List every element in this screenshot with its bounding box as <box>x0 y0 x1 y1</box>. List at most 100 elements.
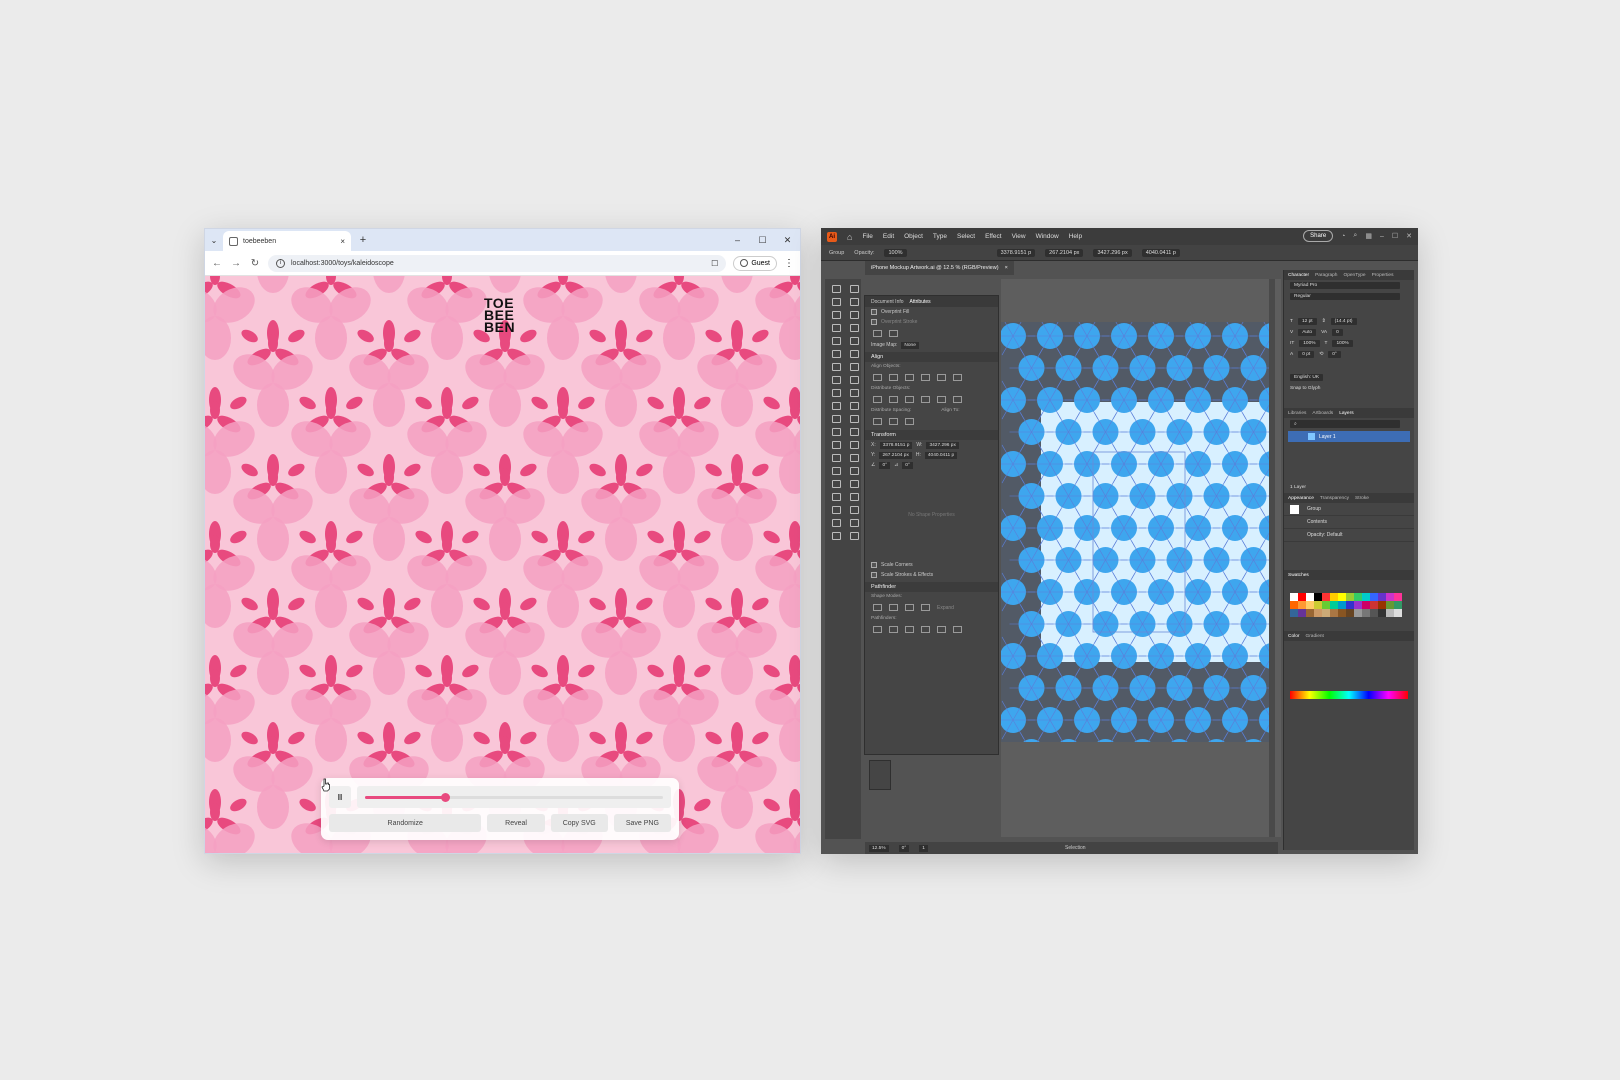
swatch[interactable] <box>1394 609 1402 617</box>
tool-icon[interactable] <box>829 439 842 449</box>
pause-button[interactable]: II <box>329 786 351 808</box>
tool-icon[interactable] <box>847 439 860 449</box>
swatch[interactable] <box>1362 609 1370 617</box>
tool-icon[interactable] <box>829 387 842 397</box>
tool-icon[interactable] <box>829 283 842 293</box>
swatch[interactable] <box>1314 601 1322 609</box>
dist-bottom-icon[interactable] <box>905 396 914 403</box>
home-icon[interactable]: ⌂ <box>847 232 852 242</box>
randomize-button[interactable]: Randomize <box>329 814 482 832</box>
swatch[interactable] <box>1330 601 1338 609</box>
space-v-icon[interactable] <box>873 418 882 425</box>
horizontal-scale-field[interactable]: 100% <box>1332 340 1353 347</box>
font-style-field[interactable]: Regular <box>1290 293 1400 300</box>
tool-icon[interactable] <box>847 296 860 306</box>
swatch[interactable] <box>1322 593 1330 601</box>
tab-properties[interactable]: Properties <box>1372 273 1394 278</box>
scale-strokes-checkbox[interactable] <box>871 572 877 578</box>
swatch[interactable] <box>1290 601 1298 609</box>
collapsed-panel[interactable] <box>869 760 891 790</box>
height-field[interactable]: 4040.0411 p <box>1141 248 1180 257</box>
menu-type[interactable]: Type <box>933 233 947 240</box>
tool-icon[interactable] <box>829 426 842 436</box>
scale-corners-checkbox[interactable] <box>871 562 877 568</box>
swatch[interactable] <box>1394 601 1402 609</box>
menu-edit[interactable]: Edit <box>883 233 894 240</box>
swatch[interactable] <box>1394 593 1402 601</box>
swatch[interactable] <box>1290 609 1298 617</box>
tool-icon[interactable] <box>829 400 842 410</box>
save-png-button[interactable]: Save PNG <box>613 814 671 832</box>
swatch[interactable] <box>1378 601 1386 609</box>
attr-icon-1[interactable] <box>873 330 882 337</box>
tab-stroke[interactable]: Stroke <box>1355 496 1369 501</box>
color-spectrum[interactable] <box>1290 691 1408 699</box>
tab-gradient[interactable]: Gradient <box>1305 634 1323 639</box>
tool-icon[interactable] <box>847 322 860 332</box>
tool-icon[interactable] <box>847 387 860 397</box>
tab-color[interactable]: Color <box>1288 634 1299 639</box>
tool-icon[interactable] <box>829 374 842 384</box>
shear-field[interactable]: 0° <box>902 461 913 469</box>
x-field[interactable]: 3378.9151 p <box>996 248 1036 257</box>
swatch[interactable] <box>1322 609 1330 617</box>
tool-icon[interactable] <box>847 413 860 423</box>
opacity-field[interactable]: 100% <box>884 248 907 257</box>
reveal-button[interactable]: Reveal <box>487 814 545 832</box>
profile-button[interactable]: Guest <box>733 255 777 271</box>
minimize-button[interactable]: – <box>1380 233 1384 240</box>
blue-kaleidoscope-artwork[interactable] <box>1001 322 1269 742</box>
back-button[interactable]: ← <box>211 258 223 269</box>
tool-icon[interactable] <box>847 309 860 319</box>
tool-icon[interactable] <box>829 504 842 514</box>
swatch[interactable] <box>1346 601 1354 609</box>
rotate-view-field[interactable]: 0° <box>898 844 910 852</box>
minus-front-icon[interactable] <box>889 604 898 611</box>
artboard-nav-field[interactable]: 1 <box>919 844 928 852</box>
overprint-fill-checkbox[interactable] <box>871 309 877 315</box>
minimize-button[interactable]: – <box>725 229 750 251</box>
menu-file[interactable]: File <box>862 233 872 240</box>
browser-menu-button[interactable]: ⋮ <box>784 258 794 269</box>
maximize-button[interactable]: ☐ <box>750 229 775 251</box>
copy-svg-button[interactable]: Copy SVG <box>550 814 608 832</box>
tab-document-info[interactable]: Document Info <box>871 299 904 305</box>
swatch[interactable] <box>1306 609 1314 617</box>
tool-icon[interactable] <box>847 426 860 436</box>
swatch[interactable] <box>1354 609 1362 617</box>
tool-icon[interactable] <box>847 348 860 358</box>
transform-w-field[interactable]: 3427.296 px <box>926 441 959 449</box>
exclude-icon[interactable] <box>921 604 930 611</box>
width-field[interactable]: 3427.296 px <box>1093 248 1132 257</box>
tab-close-icon[interactable]: × <box>340 237 345 246</box>
intersect-icon[interactable] <box>905 604 914 611</box>
minus-back-icon[interactable] <box>953 626 962 633</box>
layer-row[interactable]: Layer 1 <box>1288 431 1410 442</box>
align-hcenter-icon[interactable] <box>889 374 898 381</box>
font-family-field[interactable]: Myriad Pro <box>1290 282 1400 289</box>
address-bar[interactable]: i localhost:3000/toys/kaleidoscope ☐ <box>268 254 727 272</box>
new-tab-button[interactable]: + <box>355 234 371 246</box>
swatch[interactable] <box>1354 601 1362 609</box>
align-top-icon[interactable] <box>921 374 930 381</box>
bookmark-icon[interactable]: ☐ <box>711 259 718 268</box>
dist-hcenter-icon[interactable] <box>937 396 946 403</box>
maximize-button[interactable]: ☐ <box>1392 232 1398 240</box>
appearance-contents-label[interactable]: Contents <box>1307 519 1327 525</box>
swatch[interactable] <box>1386 593 1394 601</box>
baseline-field[interactable]: 0 pt <box>1298 351 1315 358</box>
align-right-icon[interactable] <box>905 374 914 381</box>
swatch[interactable] <box>1370 609 1378 617</box>
swatch[interactable] <box>1298 609 1306 617</box>
swatch[interactable] <box>1370 601 1378 609</box>
language-field[interactable]: English: UK <box>1290 374 1324 381</box>
swatch[interactable] <box>1290 593 1298 601</box>
swatch[interactable] <box>1330 609 1338 617</box>
dist-top-icon[interactable] <box>873 396 882 403</box>
swatch[interactable] <box>1298 593 1306 601</box>
space-h-icon[interactable] <box>889 418 898 425</box>
url-text[interactable]: localhost:3000/toys/kaleidoscope <box>291 260 705 267</box>
dist-left-icon[interactable] <box>921 396 930 403</box>
swatch[interactable] <box>1338 609 1346 617</box>
swatch[interactable] <box>1378 593 1386 601</box>
